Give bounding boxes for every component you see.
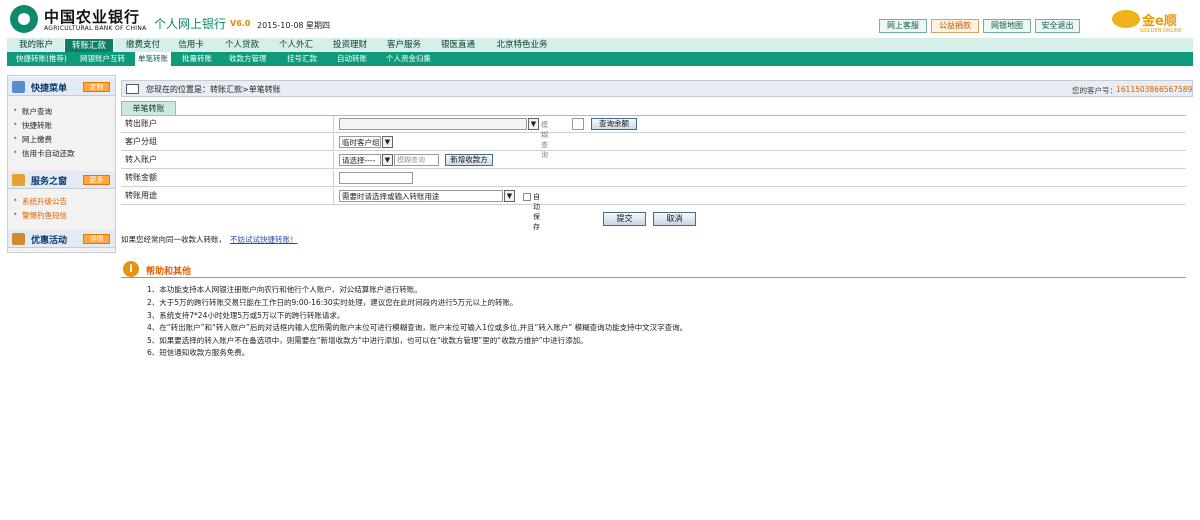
nav-beijing[interactable]: 北京特色业务 [487,38,557,52]
subnav-account-transfer[interactable]: 网银账户互转 [80,52,125,66]
sidebar-item-phishing-alert[interactable]: 警惕钓鱼短信 [13,210,67,221]
to-account-select[interactable]: 请选择---- [339,154,381,166]
add-payee-button[interactable]: 新增收款方 [445,154,493,166]
sidebar: 快捷菜单 定制 账户查询 快捷转账 网上缴费 信用卡自动还款 服务之窗 更多 系… [7,75,116,253]
help-title: 帮助和其他 [146,267,192,277]
golden-logo-text: 金e顺 [1142,14,1177,29]
help-line-6: 6、短信通知收款方服务免费。 [147,348,250,357]
promo-header: 优惠活动 详情 [8,230,115,248]
subnav-quick-transfer[interactable]: 快捷转账(推荐) [16,52,67,66]
app-title: 个人网上银行 [154,17,227,31]
transfer-form: 转出账户 ▼ 模糊查询 查询余额 客户分组 临时客户组 ▼ 转入账户 请选择--… [121,115,1186,231]
from-account-dropdown-icon[interactable]: ▼ [528,118,539,130]
bank-name-en: AGRICULTURAL BANK OF CHINA [44,25,147,32]
query-balance-button[interactable]: 查询余额 [591,118,637,130]
from-account-fuzzy-input[interactable] [572,118,584,130]
nav-my-account[interactable]: 我的账户 [11,38,61,52]
sidebar-item-account-query[interactable]: 账户查询 [13,106,52,117]
nav-transfer[interactable]: 转账汇款 [64,38,114,52]
from-account-label: 转出账户 [121,116,334,132]
header: 中国农业银行 AGRICULTURAL BANK OF CHINA 个人网上银行… [0,0,1200,38]
app-version: V6.0 [230,19,251,28]
auto-save-checkbox[interactable] [523,193,531,201]
quick-transfer-link[interactable]: 不妨试试快捷转账！ [230,234,298,245]
bank-map-button[interactable]: 网银地图 [983,19,1031,33]
help-line-2: 2、大于5万的跨行转账交易只能在工作日的9:00-16:30实时处理，建议您在此… [147,298,518,307]
auto-save-label: 自动保存 [533,193,540,231]
info-icon: i [123,261,139,277]
help-line-3: 3、系统支持7*24小时处理5万或5万以下的跨行转账请求。 [147,311,345,320]
golden-coin-icon [1112,10,1140,28]
customer-number: 1611503866567589 [1116,85,1193,94]
promo-gift-icon [12,233,25,245]
secondary-nav: 快捷转账(推荐) 网银账户互转 单笔转账 批量转账 收款方管理 挂号汇款 自动转… [7,52,1193,66]
purpose-label: 转账用途 [121,188,334,204]
promo-title: 优惠活动 [31,236,68,246]
primary-nav: 我的账户 转账汇款 缴费支付 信用卡 个人贷款 个人外汇 投资理财 客户服务 银… [7,38,1193,52]
subnav-payee-management[interactable]: 收款方管理 [229,52,267,66]
golden-logo-sub: GOLDEN ONLINE [1140,28,1182,34]
online-service-button[interactable]: 网上客服 [879,19,927,33]
cancel-button[interactable]: 取消 [653,212,696,226]
nav-customer-service[interactable]: 客户服务 [379,38,429,52]
sidebar-item-online-payment[interactable]: 网上缴费 [13,134,52,145]
purpose-row: 转账用途 需要时请选择或输入转账用途 ▼ 自动保存 [121,188,1186,231]
more-button[interactable]: 更多 [83,175,110,185]
tab-single-transfer[interactable]: 单笔转账 [121,101,176,115]
sidebar-item-credit-repay[interactable]: 信用卡自动还款 [13,148,74,159]
from-account-row: 转出账户 ▼ 模糊查询 查询余额 [121,116,1186,159]
quick-menu-header: 快捷菜单 定制 [8,78,115,96]
to-account-fuzzy-input[interactable]: 模糊查询 [394,154,439,166]
purpose-dropdown-icon[interactable]: ▼ [504,190,515,202]
amount-label: 转账金额 [121,170,334,186]
breadcrumb-text: 您现在的位置是：转账汇款>单笔转账 [146,85,281,94]
submit-button[interactable]: 提交 [603,212,646,226]
sidebar-item-quick-transfer[interactable]: 快捷转账 [13,120,52,131]
bank-name-cn: 中国农业银行 [44,8,141,26]
sidebar-item-upgrade-notice[interactable]: 系统升级公告 [13,196,67,207]
nav-payment[interactable]: 缴费支付 [118,38,168,52]
quick-menu-icon [12,81,25,93]
from-account-select[interactable] [339,118,527,130]
customize-button[interactable]: 定制 [83,82,110,92]
customer-number-label: 您的客户号： [1072,86,1117,95]
subnav-registered-remit[interactable]: 挂号汇款 [287,52,317,66]
to-account-label: 转入账户 [121,152,334,168]
customer-group-dropdown-icon[interactable]: ▼ [382,136,393,148]
help-line-4: 4、在“转出账户”和“转入账户”后的对话框内输入您所需的账户末位可进行模糊查询，… [147,323,688,332]
nav-investment[interactable]: 投资理财 [325,38,375,52]
current-date: 2015-10-08 星期四 [257,21,331,30]
amount-row: 转账金额 [121,170,1186,187]
abc-logo-icon [10,5,38,33]
help-line-1: 1、本功能支持本人网银注册账户向农行和他行个人账户、对公结算账户进行转账。 [147,285,422,294]
customer-group-label: 客户分组 [121,134,334,150]
nav-forex[interactable]: 个人外汇 [271,38,321,52]
frequent-transfer-text: 如果您经常向同一收款人转账， [121,235,226,244]
customer-group-select[interactable]: 临时客户组 [339,136,381,148]
amount-input[interactable] [339,172,413,184]
donation-button[interactable]: 公益捐款 [931,19,979,33]
to-account-dropdown-icon[interactable]: ▼ [382,154,393,166]
golden-online-logo: 金e顺 GOLDEN ONLINE [1112,10,1192,36]
subnav-batch-transfer[interactable]: 批量转账 [182,52,212,66]
subnav-single-transfer[interactable]: 单笔转账 [135,52,171,66]
nav-personal-loan[interactable]: 个人贷款 [217,38,267,52]
nav-medical[interactable]: 银医直通 [433,38,483,52]
help-line-5: 5、如果要选择的转入账户不在备选项中，则需要在“新增收款方”中进行添加，也可以在… [147,336,588,345]
subnav-fund-collection[interactable]: 个人资金归集 [386,52,431,66]
purpose-select[interactable]: 需要时请选择或输入转账用途 [339,190,503,202]
location-icon [126,84,139,94]
service-window-icon [12,174,25,186]
help-header: i 帮助和其他 [121,260,1186,278]
details-button[interactable]: 详情 [83,234,110,244]
service-window-header: 服务之窗 更多 [8,171,115,189]
customer-group-row: 客户分组 临时客户组 ▼ [121,134,1186,151]
logout-button[interactable]: 安全退出 [1035,19,1080,33]
to-account-row: 转入账户 请选择---- ▼ 模糊查询 新增收款方 [121,152,1186,169]
subnav-auto-transfer[interactable]: 自动转账 [337,52,367,66]
quick-menu-title: 快捷菜单 [31,84,68,94]
breadcrumb: 您现在的位置是：转账汇款>单笔转账 您的客户号： 161150386656758… [121,80,1193,97]
service-window-title: 服务之窗 [31,177,68,187]
nav-credit-card[interactable]: 信用卡 [171,38,211,52]
